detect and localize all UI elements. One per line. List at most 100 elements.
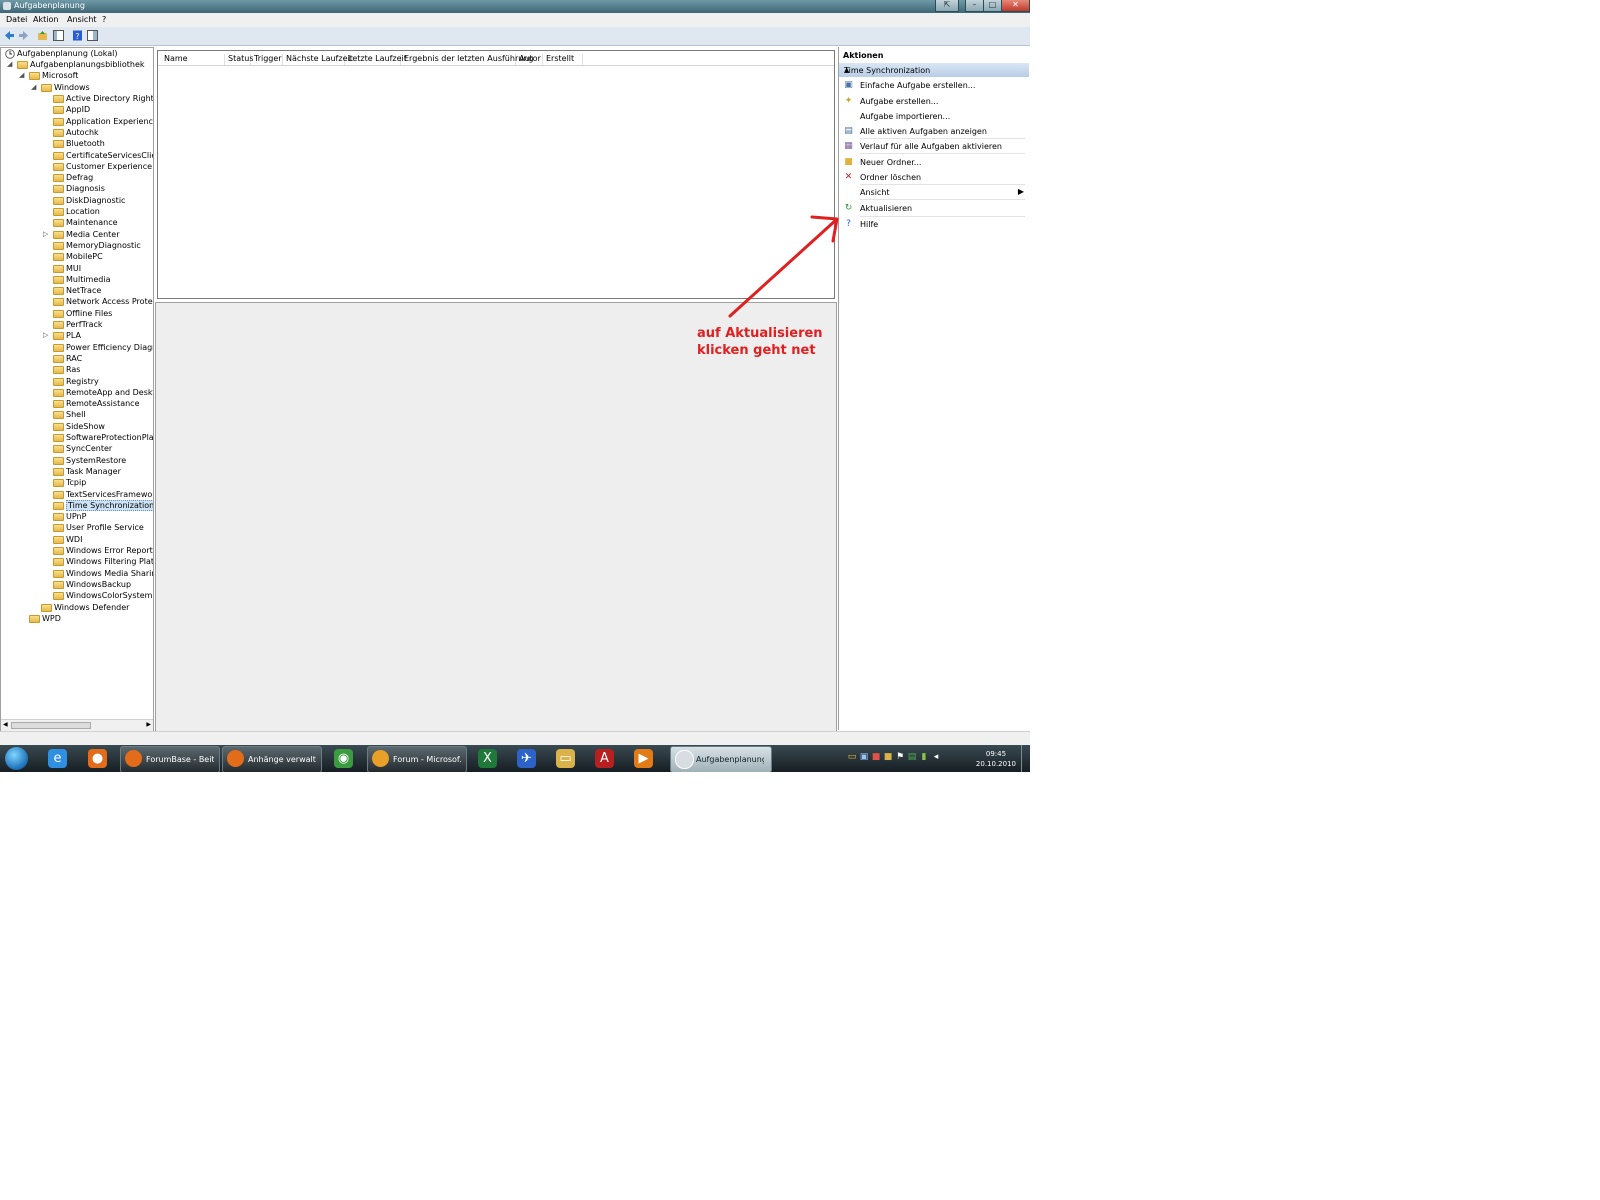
horizontal-scrollbar[interactable]: ◀ ▶ [1,719,153,731]
expand-icon[interactable]: ▷ [43,230,48,238]
chrome-icon[interactable]: ◉ [334,749,353,768]
expand-icon[interactable]: ▷ [43,331,48,339]
tree-item-label: Defrag [66,173,94,183]
network-tool-icon[interactable]: ✈ [517,749,536,768]
action-label: Einfache Aufgabe erstellen... [860,81,976,90]
show-hide-tree-icon[interactable] [53,30,64,41]
security-icon[interactable]: ■ [883,752,893,762]
clock-time: 09:45 [985,750,1007,758]
scroll-left-icon[interactable]: ◀ [3,721,8,728]
folder-icon [53,298,64,307]
column-last-result[interactable]: Ergebnis der letzten Ausführung [401,54,533,65]
scroll-right-icon[interactable]: ▶ [146,721,151,728]
clock[interactable]: 09:45 20.10.2010 [976,749,1016,769]
flag-icon[interactable]: ⚑ [895,752,905,762]
actions-section-header[interactable]: Time Synchronization ▲ [839,63,1029,77]
action-item[interactable]: ✦ Aufgabe erstellen... [839,94,1029,109]
separator [860,199,1025,200]
internet-explorer-icon[interactable]: e [48,749,67,768]
action-item[interactable]: ↻ Aktualisieren [839,201,1029,216]
folder-icon [53,580,64,589]
taskbar-button-active[interactable]: Aufgabenplanung [670,746,772,772]
tree-item-label: RemoteAssistance [66,399,140,409]
forward-arrow-icon[interactable] [18,30,29,41]
action-item[interactable]: ■ Neuer Ordner... [839,155,1029,170]
folder-icon [53,467,64,476]
action-item[interactable]: ▤ Alle aktiven Aufgaben anzeigen [839,124,1029,139]
tree-item-label: CertificateServicesClient [66,150,153,160]
menu-bar: Datei Aktion Ansicht ? [0,13,1030,27]
device-icon[interactable]: ▤ [907,752,917,762]
message-icon[interactable]: ▭ [847,752,857,762]
tree-item-label: Windows Error Reporting [66,546,153,555]
column-created[interactable]: Erstellt [543,54,583,65]
annotation-line-2: klicken geht net [697,343,816,358]
show-desktop-button[interactable] [1021,745,1030,772]
action-item[interactable]: Ansicht ▶ [839,185,1029,200]
column-trigger[interactable]: Trigger [251,54,283,65]
folder-icon [53,411,64,420]
folder-icon [53,388,64,397]
folder-icon [53,592,64,601]
console-icon[interactable] [87,30,98,41]
tree-item-label: Location [66,207,100,216]
network-status-icon[interactable]: ▣ [859,752,869,762]
folder-icon [53,162,64,171]
folder-icon [53,490,64,499]
menu-view[interactable]: Ansicht [67,15,97,24]
menu-file[interactable]: Datei [6,15,27,24]
action-item[interactable]: ✕ Ordner löschen [839,170,1029,185]
action-item[interactable]: ▣ Einfache Aufgabe erstellen... [839,78,1029,93]
back-arrow-icon[interactable] [4,30,15,41]
help-icon[interactable]: ? [72,30,83,41]
taskbar-button[interactable]: Anhänge verwalte... [222,746,322,772]
folder-icon [29,615,40,623]
close-button[interactable]: ✕ [1001,0,1030,12]
column-author[interactable]: Autor [516,54,543,65]
menu-help[interactable]: ? [102,15,106,24]
up-folder-icon[interactable] [37,30,48,41]
column-name[interactable]: Name [161,54,225,65]
taskbar-button[interactable]: Forum - Microsof... [367,746,467,772]
column-last-run[interactable]: Letzte Laufzeit [345,54,407,65]
folder-icon [53,422,64,431]
tree-item-label: MUI [66,263,82,273]
action-item[interactable]: Aufgabe importieren... [839,109,1029,124]
excel-icon[interactable]: X [478,749,497,768]
restore-icon[interactable]: ⇱ [935,0,959,12]
acrobat-icon[interactable]: A [595,749,614,768]
explorer-folder-icon[interactable]: ▭ [556,749,575,768]
scrollbar-thumb[interactable] [11,722,91,729]
folder-icon [53,456,64,465]
action-item[interactable]: ? Hilfe [839,217,1029,232]
task-list[interactable]: Name Status Trigger Nächste Laufzeit Let… [157,50,835,299]
tree-item-label: Bluetooth [66,139,105,149]
navigation-tree[interactable]: Aufgabenplanung (Lokal) ◢ Aufgabenplanun… [0,47,154,732]
maximize-button[interactable]: □ [983,0,1002,12]
column-next-run[interactable]: Nächste Laufzeit [283,54,353,65]
folder-icon [53,95,64,103]
volume-icon[interactable]: ◂ [931,752,941,762]
task-scheduler-window: Aufgabenplanung ⇱ – □ ✕ Datei Aktion Ans… [0,0,1030,772]
tree-item-label: SyncCenter [66,444,113,454]
media-player-icon[interactable]: ▶ [634,749,653,768]
windows-flag-icon[interactable]: ■ [871,752,881,762]
taskbar-button-label: Forum - Microsof... [393,755,461,764]
collapse-icon[interactable]: ◢ [31,83,36,91]
annotation-text: auf Aktualisieren klicken geht net [697,325,847,359]
folder-icon [53,275,64,284]
column-status[interactable]: Status [225,54,254,65]
collapse-icon[interactable]: ◢ [19,71,24,79]
collapse-up-icon[interactable]: ▲ [844,66,1025,74]
minimize-button[interactable]: – [965,0,984,12]
taskbar-button[interactable]: ForumBase - Beitr... [120,746,220,772]
title-bar[interactable]: Aufgabenplanung ⇱ – □ ✕ [0,0,1030,13]
separator [860,138,1025,139]
start-button[interactable] [5,747,28,770]
firefox-icon[interactable]: ● [88,749,107,768]
status-bar [0,731,1030,746]
wifi-icon[interactable]: ▮ [919,752,929,762]
collapse-icon[interactable]: ◢ [7,60,12,68]
menu-action[interactable]: Aktion [33,15,58,24]
action-item[interactable]: ▦ Verlauf für alle Aufgaben aktivieren [839,139,1029,154]
